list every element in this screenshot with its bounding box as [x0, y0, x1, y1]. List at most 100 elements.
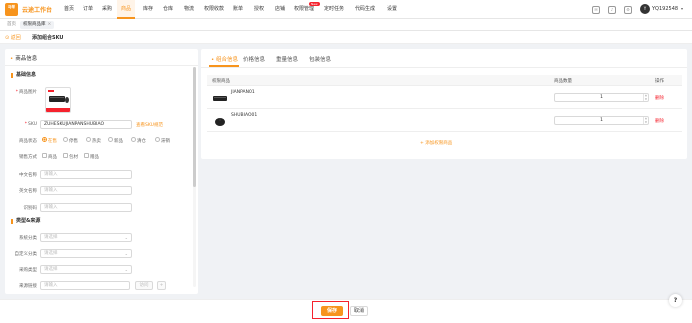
- scrollbar[interactable]: [193, 67, 196, 287]
- nav-item[interactable]: 代码生成: [352, 0, 378, 19]
- quantity-value: 1: [600, 95, 603, 100]
- quantity-stepper[interactable]: 1 ▲ ▼: [554, 93, 649, 102]
- section-basic-title: 基础信息: [11, 73, 36, 78]
- cancel-button[interactable]: 取消: [350, 306, 368, 316]
- nav-item[interactable]: 定时任务: [321, 0, 347, 19]
- sku-spec-link[interactable]: 查看SKU规范: [136, 122, 163, 128]
- back-label: 返回: [10, 35, 21, 41]
- checkbox-icon: [84, 153, 89, 158]
- message-icon[interactable]: ✉: [592, 6, 600, 14]
- radio-icon: [131, 137, 136, 142]
- sales-checkbox[interactable]: 商品: [42, 153, 57, 160]
- tab-weight[interactable]: 重量信息: [276, 55, 298, 63]
- nav-item[interactable]: 设置: [383, 0, 401, 19]
- help-icon[interactable]: ?: [669, 294, 682, 307]
- delete-link[interactable]: 删除: [655, 95, 664, 101]
- status-radio[interactable]: 在售: [42, 137, 57, 144]
- product-thumbnail-icon: [48, 90, 69, 103]
- back-button[interactable]: ⊙ 返回: [5, 34, 21, 41]
- radio-icon: [108, 137, 113, 142]
- nav-item[interactable]: 首页: [60, 0, 78, 19]
- nav-item[interactable]: 权限管理 New: [291, 0, 320, 19]
- sys-cat-select[interactable]: 请选择 ⌄: [40, 233, 132, 242]
- tab-combo[interactable]: • 组合信息: [211, 55, 238, 63]
- sku-code: SHUBIAO01: [231, 113, 258, 118]
- add-sku-link[interactable]: + 添加权限商品: [420, 140, 452, 146]
- scrollbar-thumb[interactable]: [193, 67, 196, 187]
- nav-item[interactable]: 账单: [229, 0, 247, 19]
- quantity-stepper[interactable]: 1 ▲ ▼: [554, 116, 649, 125]
- nav-item[interactable]: 店铺: [271, 0, 289, 19]
- add-source-button[interactable]: +: [157, 281, 166, 290]
- custom-cat-select[interactable]: 请选择 ⌄: [40, 249, 132, 258]
- status-radio[interactable]: 热卖: [86, 137, 101, 144]
- logo-icon[interactable]: 马帮: [5, 3, 18, 16]
- save-button[interactable]: 保存: [321, 306, 343, 316]
- purchase-type-select[interactable]: 请选择 ⌄: [40, 265, 132, 274]
- keyboard-icon: [213, 96, 227, 101]
- radio-label: 热卖: [92, 139, 101, 144]
- en-name-input[interactable]: 请输入: [40, 186, 132, 195]
- col-action-header: 操作: [655, 79, 664, 84]
- table-row: SHUBIAO01 1 ▲ ▼ 删除: [207, 110, 682, 132]
- table-row: JIANPAN01 1 ▲ ▼ 删除: [207, 87, 682, 109]
- sales-checkbox[interactable]: 包材: [63, 153, 78, 160]
- close-icon[interactable]: ×: [48, 22, 52, 27]
- sales-checkbox[interactable]: 赠品: [84, 153, 99, 160]
- nav-item[interactable]: 库存: [139, 0, 157, 19]
- visit-button[interactable]: 访问: [135, 281, 153, 290]
- mouse-icon: [215, 118, 225, 126]
- en-name-label: 英文名称: [19, 189, 37, 194]
- source-label: 来源链接: [19, 284, 37, 289]
- radio-icon: [86, 137, 91, 142]
- nav-item[interactable]: 仓库: [159, 0, 177, 19]
- sys-cat-label: 系统分类: [19, 236, 37, 241]
- settings-icon[interactable]: ⚙: [624, 6, 632, 14]
- product-image[interactable]: [45, 87, 71, 113]
- chevron-down-icon[interactable]: ▾: [681, 6, 683, 11]
- nav-item[interactable]: 订单: [79, 0, 97, 19]
- status-radio[interactable]: 清仓: [131, 137, 146, 144]
- tab-package[interactable]: 包装信息: [309, 55, 331, 63]
- nav-item[interactable]: 权限收款: [201, 0, 227, 19]
- radio-icon: [42, 137, 47, 142]
- nav-item[interactable]: 商品: [117, 0, 135, 19]
- status-radio[interactable]: 滞销: [155, 137, 170, 144]
- user-id[interactable]: YQ192548: [652, 6, 678, 12]
- notification-icon[interactable]: ♪: [608, 6, 616, 14]
- panel-title: 商品信息: [10, 54, 37, 62]
- radio-label: 在售: [48, 139, 57, 144]
- radio-icon: [63, 137, 68, 142]
- sku-code: JIANPAN01: [231, 90, 255, 95]
- checkbox-label: 包材: [69, 155, 78, 160]
- nav-item[interactable]: 采购: [98, 0, 116, 19]
- avatar[interactable]: Y: [640, 4, 650, 14]
- tab-home[interactable]: 首页: [4, 21, 19, 29]
- nav-item[interactable]: 授权: [250, 0, 268, 19]
- source-input[interactable]: 请输入: [40, 281, 130, 290]
- tab-price[interactable]: 价格信息: [243, 55, 265, 63]
- page-title: 添加组合SKU: [32, 35, 64, 41]
- combo-info-panel: • 组合信息 价格信息 重量信息 包装信息 权限商品 商品数量 操作 JIANPAN0…: [201, 49, 687, 159]
- section-type-title: 类型&来源: [11, 219, 40, 224]
- status-radio[interactable]: 新品: [108, 137, 123, 144]
- divider: [201, 67, 687, 68]
- checkbox-icon: [63, 153, 68, 158]
- new-badge: New: [309, 2, 320, 6]
- cn-name-label: 中文名称: [19, 173, 37, 178]
- delete-link[interactable]: 删除: [655, 118, 664, 124]
- tab-current[interactable]: 权限商品库 ×: [20, 21, 55, 29]
- status-radio[interactable]: 停售: [63, 137, 78, 144]
- col-sku-header: 权限商品: [212, 79, 230, 84]
- stepper-arrows-icon[interactable]: ▲ ▼: [643, 94, 648, 101]
- stepper-arrows-icon[interactable]: ▲ ▼: [643, 117, 648, 124]
- nav-item[interactable]: 物流: [180, 0, 198, 19]
- radio-label: 停售: [69, 139, 78, 144]
- radio-label: 新品: [114, 139, 123, 144]
- barcode-input[interactable]: 请输入: [40, 203, 132, 212]
- radio-label: 滞销: [161, 139, 170, 144]
- image-label: *商品图片: [15, 90, 37, 95]
- cn-name-input[interactable]: 请输入: [40, 170, 132, 179]
- sku-input[interactable]: ZUHESKUJIANPANSHUBIAO: [40, 120, 132, 129]
- app-name[interactable]: 云途工作台: [22, 5, 52, 14]
